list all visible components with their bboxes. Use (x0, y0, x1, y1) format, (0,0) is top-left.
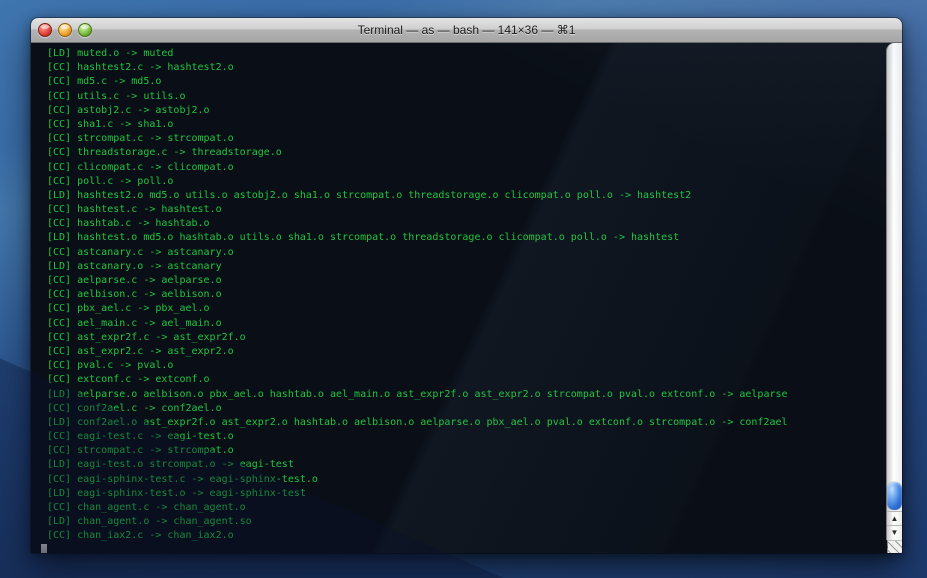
window-title: Terminal — as — bash — 141×36 — ⌘1 (357, 23, 576, 37)
terminal-line: [CC] conf2ael.c -> conf2ael.o (47, 402, 222, 414)
terminal-line: [CC] poll.c -> poll.o (47, 175, 174, 187)
terminal-line: [CC] ast_expr2f.c -> ast_expr2f.o (47, 331, 246, 343)
terminal-line: [LD] muted.o -> muted (47, 48, 174, 59)
resize-grip[interactable] (887, 540, 902, 553)
terminal-line: [CC] eagi-sphinx-test.c -> eagi-sphinx-t… (47, 473, 318, 485)
terminal-line: [CC] chan_agent.c -> chan_agent.o (47, 502, 246, 513)
terminal-line: [LD] chan_agent.o -> chan_agent.so (47, 516, 252, 528)
terminal-content[interactable]: [LD] muted.o -> muted [CC] hashtest2.c ->… (31, 43, 902, 553)
terminal-line: [CC] aelbison.c -> aelbison.o (47, 289, 222, 301)
scroll-up-button[interactable]: ▲ (887, 511, 902, 526)
desktop-wallpaper: Terminal — as — bash — 141×36 — ⌘1 [LD] … (0, 0, 927, 578)
terminal-line: [CC] eagi-test.c -> eagi-test.o (47, 431, 234, 443)
terminal-line: [CC] threadstorage.c -> threadstorage.o (47, 147, 282, 159)
terminal-line: [CC] ast_expr2.c -> ast_expr2.o (47, 345, 234, 357)
terminal-line: [CC] utils.c -> utils.o (47, 90, 186, 102)
terminal-line: [CC] pbx_ael.c -> pbx_ael.o (47, 303, 210, 315)
scrollbar[interactable]: ▲ ▼ (886, 43, 902, 540)
terminal-line: [CC] chan_iax2.c -> chan_iax2.o (47, 530, 234, 542)
terminal-line: [CC] astcanary.c -> astcanary.o (47, 246, 234, 258)
terminal-window: Terminal — as — bash — 141×36 — ⌘1 [LD] … (31, 18, 902, 553)
terminal-line: [CC] hashtest.c -> hashtest.o (47, 204, 222, 216)
terminal-output: [LD] muted.o -> muted [CC] hashtest2.c ->… (31, 43, 885, 553)
terminal-line: [LD] hashtest2.o md5.o utils.o astobj2.o… (47, 189, 692, 201)
scrollbar-thumb[interactable] (887, 482, 902, 510)
terminal-line: [LD] eagi-test.o strcompat.o -> eagi-tes… (47, 459, 294, 471)
terminal-line: [CC] pval.c -> pval.o (47, 360, 174, 372)
scroll-down-button[interactable]: ▼ (887, 525, 902, 540)
up-arrow-icon: ▲ (890, 514, 899, 523)
terminal-line: [LD] eagi-sphinx-test.o -> eagi-sphinx-t… (47, 487, 306, 499)
terminal-line: [CC] strcompat.c -> strcompat.o (47, 445, 234, 457)
terminal-line: [CC] extconf.c -> extconf.o (47, 374, 210, 386)
terminal-line: [CC] aelparse.c -> aelparse.o (47, 275, 222, 286)
terminal-line: [CC] astobj2.c -> astobj2.o (47, 104, 210, 116)
terminal-cursor (41, 544, 47, 553)
terminal-line: [LD] aelparse.o aelbison.o pbx_ael.o has… (47, 388, 788, 400)
down-arrow-icon: ▼ (890, 528, 899, 537)
terminal-line: [LD] hashtest.o md5.o hashtab.o utils.o … (47, 232, 680, 244)
terminal-line: [CC] strcompat.c -> strcompat.o (47, 133, 234, 145)
terminal-line: [CC] clicompat.c -> clicompat.o (47, 161, 234, 173)
terminal-line: [CC] md5.c -> md5.o (47, 76, 162, 88)
terminal-line: [CC] sha1.c -> sha1.o (47, 118, 174, 130)
window-titlebar[interactable]: Terminal — as — bash — 141×36 — ⌘1 (31, 18, 902, 43)
terminal-line: [CC] ael_main.c -> ael_main.o (47, 317, 222, 329)
terminal-line: [LD] conf2ael.o ast_expr2f.o ast_expr2.o… (47, 416, 788, 428)
terminal-line: [CC] hashtab.c -> hashtab.o (47, 218, 210, 230)
terminal-line: [LD] astcanary.o -> astcanary (47, 260, 222, 272)
terminal-line: [CC] hashtest2.c -> hashtest2.o (47, 62, 234, 74)
